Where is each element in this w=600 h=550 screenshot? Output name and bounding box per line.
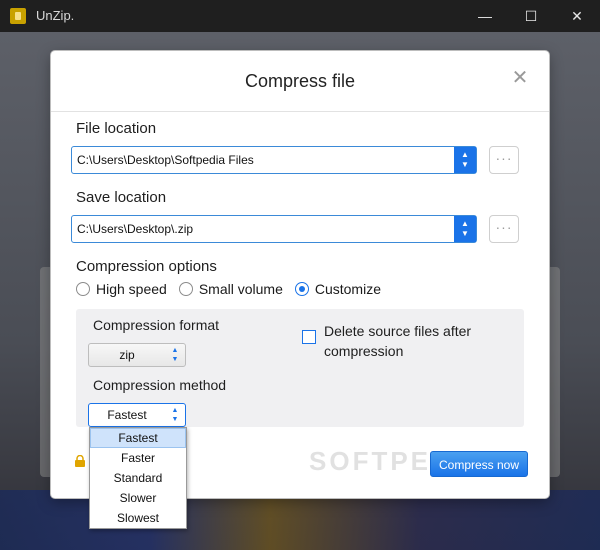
dropdown-option-faster[interactable]: Faster [90, 448, 186, 468]
file-location-select[interactable]: C:\Users\Desktop\Softpedia Files ▲ ▼ [71, 146, 477, 174]
save-location-browse-button[interactable]: ··· [489, 215, 519, 243]
compression-format-label: Compression format [93, 317, 220, 333]
radio-label: Customize [314, 281, 381, 297]
compression-options-label: Compression options [76, 258, 217, 275]
radio-customize[interactable]: Customize [294, 281, 381, 297]
app-title: UnZip. [36, 8, 75, 23]
up-down-spinner-icon[interactable]: ▲ ▼ [454, 216, 476, 242]
ellipsis-icon: ··· [495, 150, 513, 166]
dialog-header: Compress file ✕ [51, 51, 549, 112]
dropdown-option-slower[interactable]: Slower [90, 488, 186, 508]
save-location-value: C:\Users\Desktop\.zip [77, 222, 194, 236]
compression-method-value: Fastest [107, 408, 147, 422]
dialog-title: Compress file [244, 71, 356, 91]
minimize-button[interactable]: — [462, 0, 508, 32]
radio-circle [76, 282, 90, 296]
app-titlebar: UnZip. — ☐ ✕ [0, 0, 600, 32]
custom-options-panel: Compression format zip ▲ ▼ Delete source … [76, 309, 524, 427]
compression-method-label: Compression method [93, 377, 227, 393]
up-down-spinner-icon: ▲ ▼ [171, 407, 179, 423]
delete-source-checkbox[interactable] [302, 330, 316, 344]
maximize-button[interactable]: ☐ [508, 0, 554, 32]
window-close-button[interactable]: ✕ [554, 0, 600, 32]
up-down-spinner-icon[interactable]: ▲ ▼ [454, 147, 476, 173]
dropdown-option-fastest[interactable]: Fastest [90, 428, 186, 448]
ellipsis-icon: ··· [495, 219, 513, 235]
compression-method-select[interactable]: Fastest ▲ ▼ [88, 403, 186, 427]
lock-icon [75, 455, 85, 467]
delete-source-label: Delete source files after compression [324, 323, 472, 359]
file-location-label: File location [76, 120, 157, 137]
window-controls: — ☐ ✕ [462, 0, 600, 32]
compress-now-button[interactable]: Compress now [430, 451, 528, 477]
compression-format-select[interactable]: zip ▲ ▼ [88, 343, 186, 367]
dialog-close-button[interactable]: ✕ [511, 68, 529, 88]
file-location-browse-button[interactable]: ··· [489, 146, 519, 174]
radio-label: High speed [96, 281, 167, 297]
unzip-app-icon [10, 8, 26, 24]
radio-circle-checked [294, 282, 309, 296]
file-location-value: C:\Users\Desktop\Softpedia Files [77, 153, 254, 167]
compression-method-dropdown: Fastest Faster Standard Slower Slowest [89, 427, 187, 529]
radio-high-speed[interactable]: High speed [76, 281, 167, 297]
up-down-spinner-icon: ▲ ▼ [171, 347, 179, 363]
dropdown-option-standard[interactable]: Standard [90, 468, 186, 488]
compression-options-radio-group: High speed Small volume Customize [76, 281, 393, 297]
save-location-select[interactable]: C:\Users\Desktop\.zip ▲ ▼ [71, 215, 477, 243]
radio-small-volume[interactable]: Small volume [178, 281, 283, 297]
radio-circle [178, 282, 193, 296]
save-location-label: Save location [76, 189, 167, 206]
radio-label: Small volume [198, 281, 283, 297]
compression-format-value: zip [119, 348, 135, 362]
dropdown-option-slowest[interactable]: Slowest [90, 508, 186, 528]
